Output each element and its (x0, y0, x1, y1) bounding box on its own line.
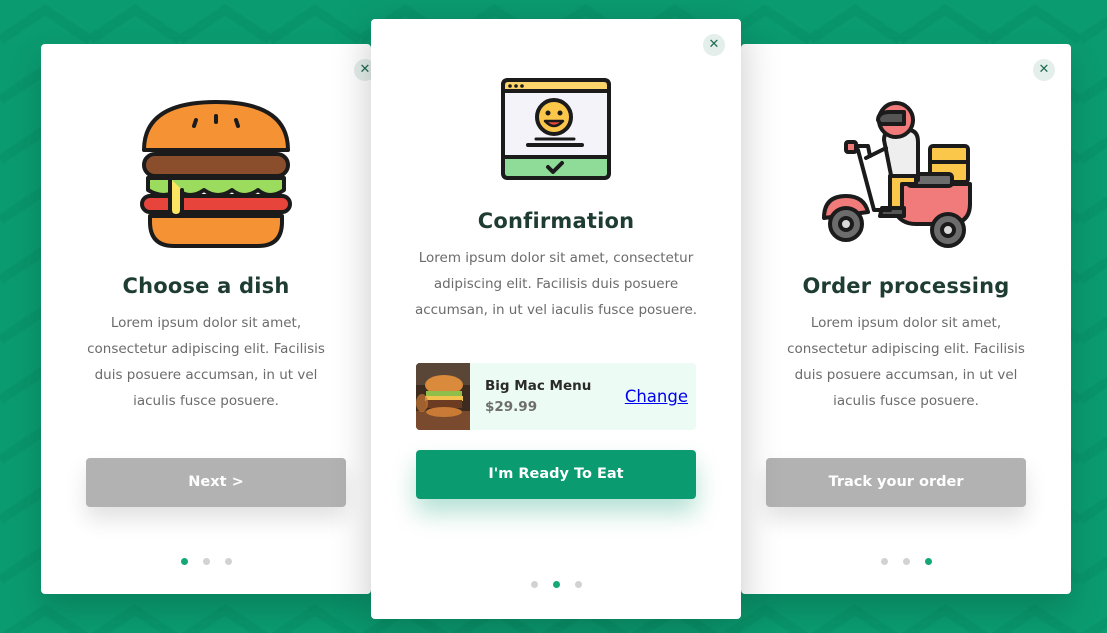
product-price: $29.99 (485, 399, 538, 415)
browser-confirmation-icon (500, 77, 612, 181)
pagination-dots (741, 558, 1071, 566)
change-product-link[interactable]: Change (625, 387, 688, 406)
onboarding-card-order-processing: ✕ Order processing Lorem ipsum dolor sit… (741, 44, 1071, 594)
card-description: Lorem ipsum dolor sit amet, consectetur … (787, 315, 1025, 409)
pagination-dot-2[interactable] (552, 581, 560, 588)
close-icon[interactable]: ✕ (1033, 59, 1055, 81)
card-description: Lorem ipsum dolor sit amet, consectetur … (414, 250, 698, 318)
pagination-dots (371, 581, 741, 589)
next-button[interactable]: Next > (86, 458, 346, 507)
pagination-dot-1[interactable] (530, 581, 538, 588)
card-title: Choose a dish (122, 274, 290, 298)
pagination-dots (41, 558, 371, 566)
pagination-dot-2[interactable] (902, 558, 910, 565)
onboarding-card-choose-dish: ✕ Choose a dish Lorem ipsum dolor sit am… (41, 44, 376, 594)
card-description: Lorem ipsum dolor sit amet, consectetur … (87, 315, 325, 409)
pagination-dot-1[interactable] (880, 558, 888, 565)
pagination-dot-3[interactable] (574, 581, 582, 588)
onboarding-card-confirmation: ✕ Confirmation Lorem ipsum dolor sit ame… (371, 19, 741, 619)
pagination-dot-3[interactable] (224, 558, 232, 565)
ready-to-eat-button[interactable]: I'm Ready To Eat (416, 450, 696, 499)
close-icon[interactable]: ✕ (703, 34, 725, 56)
selected-product: Big Mac Menu $29.99 Change (416, 363, 696, 430)
product-name: Big Mac Menu (485, 378, 592, 394)
card-title: Order processing (802, 274, 1010, 298)
burger-icon (140, 98, 292, 250)
pagination-dot-3[interactable] (924, 558, 932, 565)
track-order-button[interactable]: Track your order (766, 458, 1026, 507)
delivery-scooter-icon (820, 100, 974, 250)
card-title: Confirmation (477, 209, 635, 233)
burger-photo (416, 363, 470, 430)
pagination-dot-1[interactable] (180, 558, 188, 565)
pagination-dot-2[interactable] (202, 558, 210, 565)
